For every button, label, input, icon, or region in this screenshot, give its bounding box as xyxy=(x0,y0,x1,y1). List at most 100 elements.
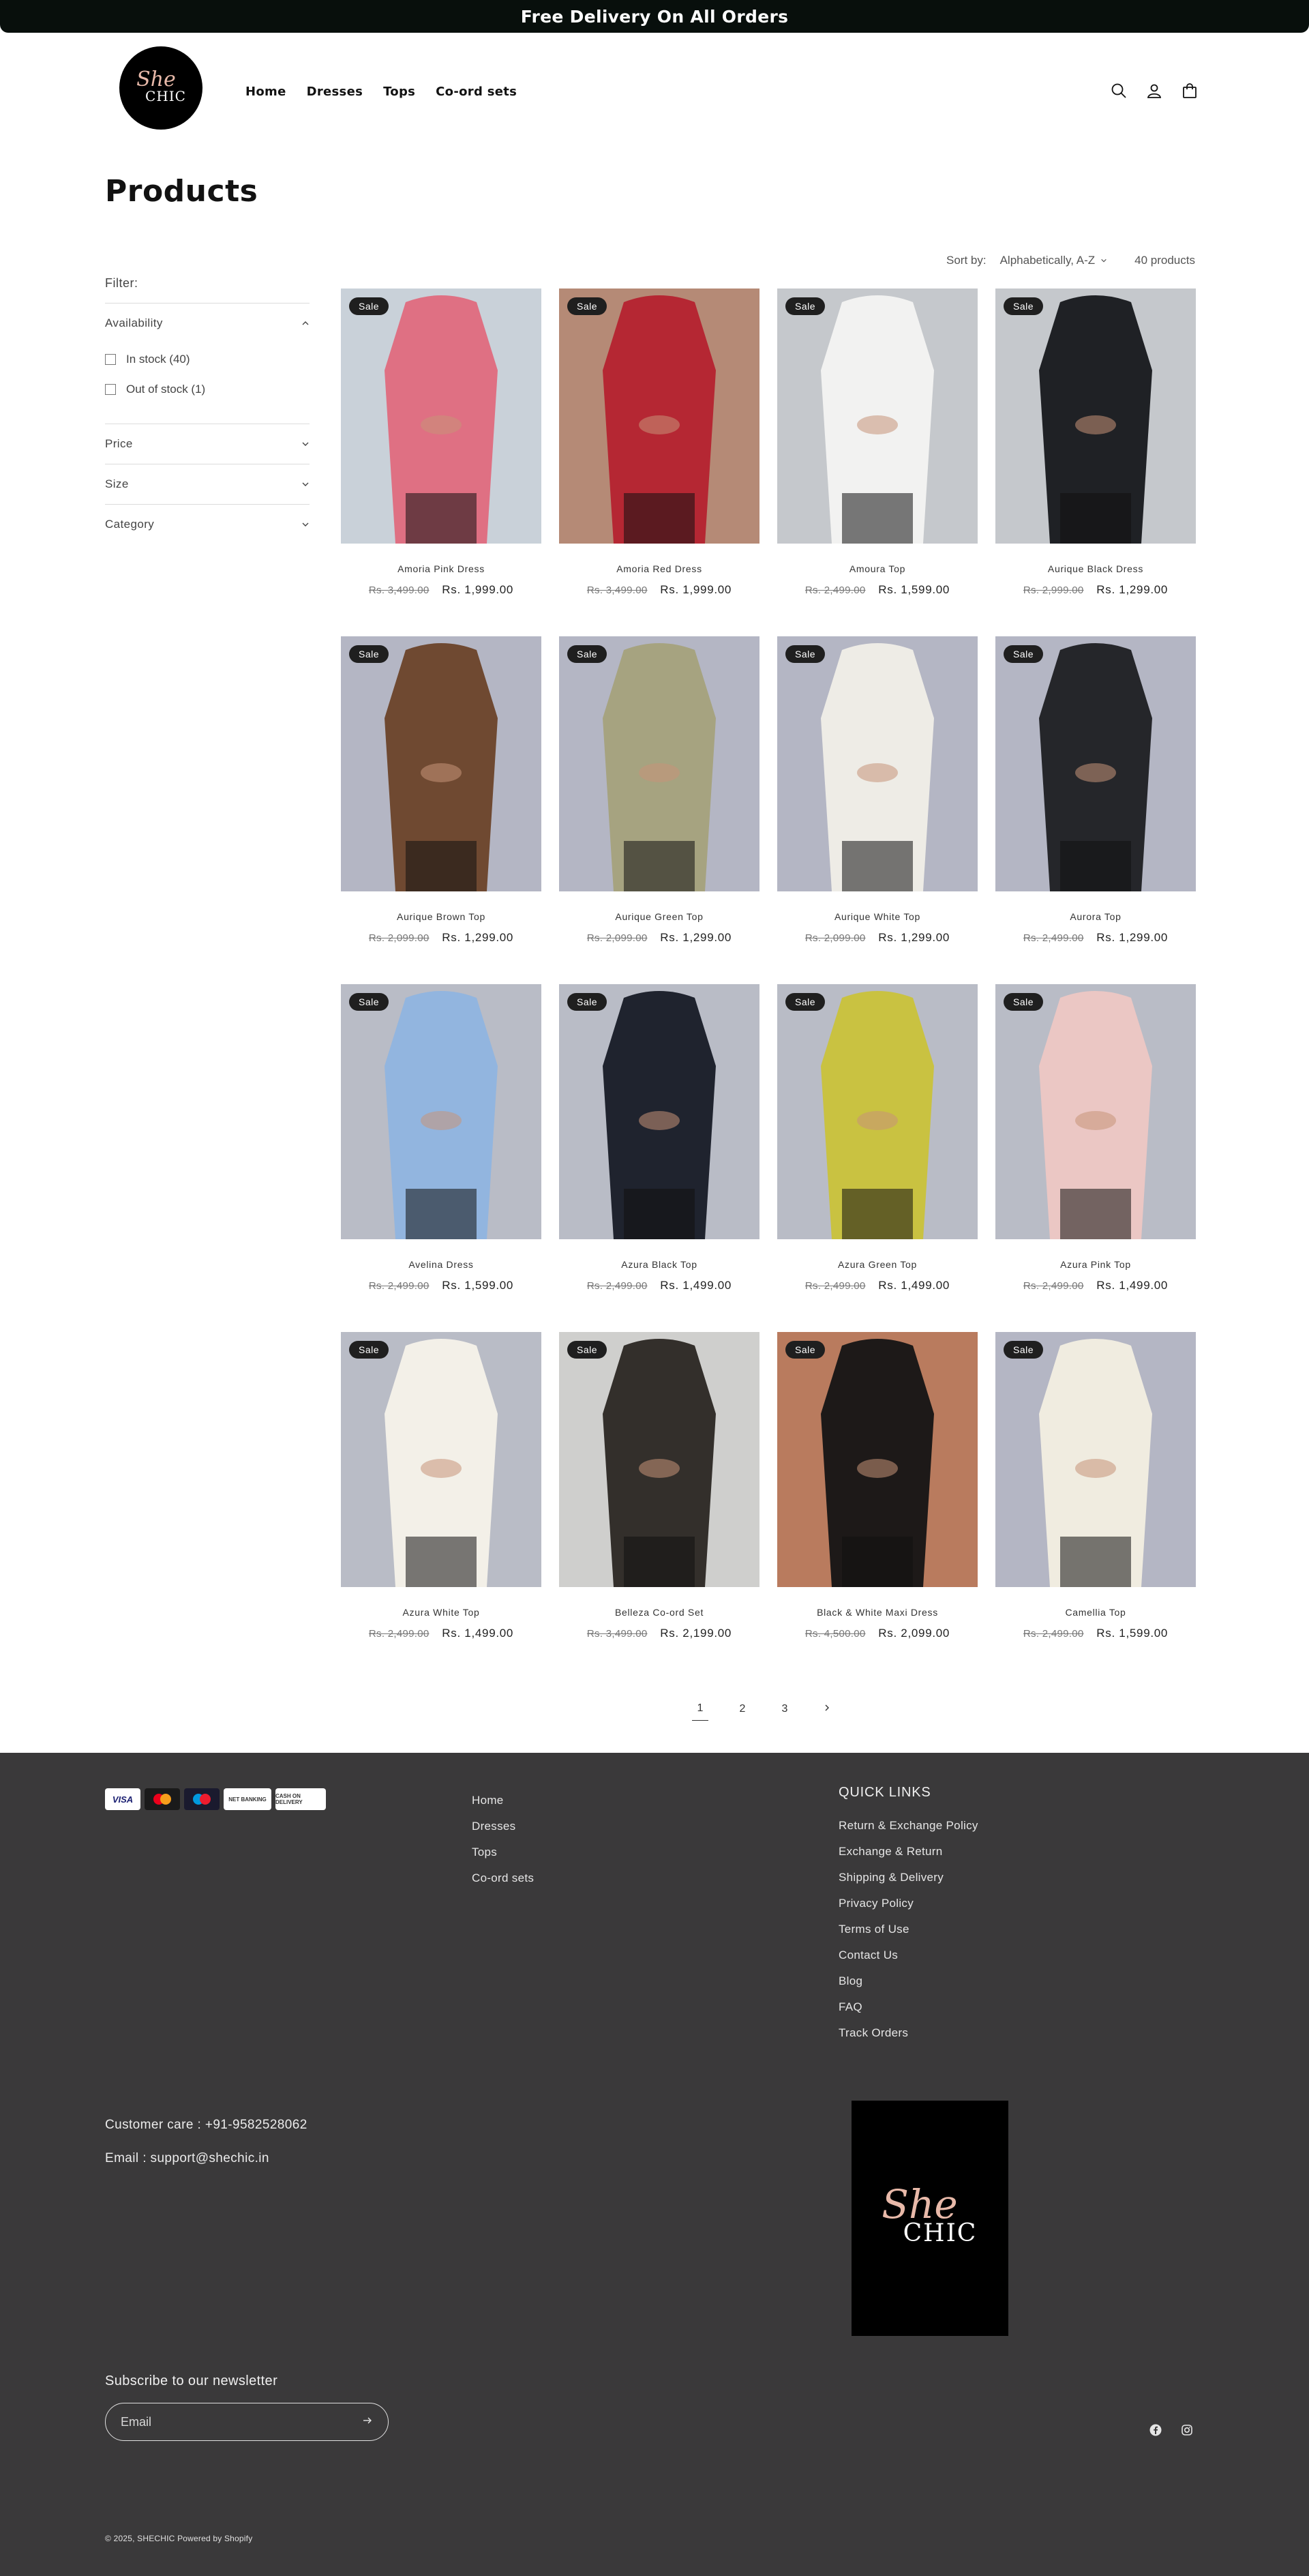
product-image[interactable]: Sale xyxy=(777,288,978,544)
product-image[interactable]: Sale xyxy=(559,1332,759,1587)
product-card[interactable]: Sale Azura Black Top Rs. 2,499.00 Rs. 1,… xyxy=(559,984,759,1292)
product-image[interactable]: Sale xyxy=(777,1332,978,1587)
facet-category-toggle[interactable]: Category xyxy=(105,505,310,544)
nav-tops[interactable]: Tops xyxy=(383,85,415,99)
product-card[interactable]: Sale Aurique Black Dress Rs. 2,999.00 Rs… xyxy=(995,288,1196,596)
product-image[interactable]: Sale xyxy=(995,1332,1196,1587)
nav-dresses[interactable]: Dresses xyxy=(307,85,363,99)
product-image[interactable]: Sale xyxy=(341,984,541,1239)
footer-link-dresses[interactable]: Dresses xyxy=(472,1820,534,1833)
nav-home[interactable]: Home xyxy=(245,85,286,99)
quick-link-exchange-return[interactable]: Exchange & Return xyxy=(839,1845,978,1859)
product-image[interactable]: Sale xyxy=(341,1332,541,1587)
sale-badge: Sale xyxy=(785,297,826,315)
account-icon[interactable] xyxy=(1145,82,1163,100)
product-card[interactable]: Sale Azura White Top Rs. 2,499.00 Rs. 1,… xyxy=(341,1332,541,1640)
next-page-link[interactable] xyxy=(819,1703,835,1721)
page-1-link[interactable]: 1 xyxy=(692,1702,708,1721)
product-prices: Rs. 2,499.00 Rs. 1,499.00 xyxy=(777,1279,978,1292)
footer-link-home[interactable]: Home xyxy=(472,1794,534,1807)
product-photo-placeholder xyxy=(821,1339,934,1587)
product-image[interactable]: Sale xyxy=(341,288,541,544)
quick-link-faq[interactable]: FAQ xyxy=(839,2000,978,2014)
footer-link-tops[interactable]: Tops xyxy=(472,1846,534,1859)
product-card[interactable]: Sale Aurique White Top Rs. 2,099.00 Rs. … xyxy=(777,636,978,944)
product-title[interactable]: Aurique Black Dress xyxy=(995,563,1196,574)
cart-icon[interactable] xyxy=(1181,82,1199,100)
product-title[interactable]: Aurique Brown Top xyxy=(341,911,541,922)
product-image[interactable]: Sale xyxy=(777,636,978,891)
product-title[interactable]: Aurique Green Top xyxy=(559,911,759,922)
product-card[interactable]: Sale Azura Green Top Rs. 2,499.00 Rs. 1,… xyxy=(777,984,978,1292)
product-card[interactable]: Sale Aurora Top Rs. 2,499.00 Rs. 1,299.0… xyxy=(995,636,1196,944)
footer-logo: She CHIC xyxy=(852,2101,1008,2336)
quick-link-return-exchange[interactable]: Return & Exchange Policy xyxy=(839,1819,978,1833)
product-title[interactable]: Azura Black Top xyxy=(559,1259,759,1270)
filter-in-stock[interactable]: In stock (40) xyxy=(105,344,310,374)
quick-link-privacy[interactable]: Privacy Policy xyxy=(839,1897,978,1910)
product-title[interactable]: Azura Pink Top xyxy=(995,1259,1196,1270)
product-title[interactable]: Azura Green Top xyxy=(777,1259,978,1270)
quick-link-terms[interactable]: Terms of Use xyxy=(839,1923,978,1936)
product-image[interactable]: Sale xyxy=(995,636,1196,891)
product-image[interactable]: Sale xyxy=(559,636,759,891)
product-card[interactable]: Sale Camellia Top Rs. 2,499.00 Rs. 1,599… xyxy=(995,1332,1196,1640)
facebook-icon[interactable] xyxy=(1149,2424,1162,2440)
product-card[interactable]: Sale Amoria Red Dress Rs. 3,499.00 Rs. 1… xyxy=(559,288,759,596)
newsletter-email-input[interactable] xyxy=(121,2414,339,2429)
regular-price: Rs. 2,499.00 xyxy=(1023,932,1084,944)
product-image[interactable]: Sale xyxy=(559,984,759,1239)
quick-link-shipping[interactable]: Shipping & Delivery xyxy=(839,1871,978,1884)
instagram-icon[interactable] xyxy=(1181,2424,1193,2440)
facet-price-toggle[interactable]: Price xyxy=(105,424,310,464)
footer-link-coord-sets[interactable]: Co-ord sets xyxy=(472,1871,534,1885)
product-title[interactable]: Avelina Dress xyxy=(341,1259,541,1270)
mastercard-icon xyxy=(145,1788,180,1810)
chevron-down-icon xyxy=(302,522,309,527)
product-title[interactable]: Amoria Pink Dress xyxy=(341,563,541,574)
header-icons xyxy=(1110,82,1199,100)
product-image[interactable]: Sale xyxy=(341,636,541,891)
chevron-up-icon xyxy=(302,321,309,325)
quick-link-blog[interactable]: Blog xyxy=(839,1974,978,1988)
product-card[interactable]: Sale Amoria Pink Dress Rs. 3,499.00 Rs. … xyxy=(341,288,541,596)
newsletter-submit-button[interactable] xyxy=(362,2415,373,2429)
page-3-link[interactable]: 3 xyxy=(777,1703,793,1721)
product-image[interactable]: Sale xyxy=(995,288,1196,544)
product-prices: Rs. 3,499.00 Rs. 1,999.00 xyxy=(559,583,759,597)
product-card[interactable]: Sale Aurique Brown Top Rs. 2,099.00 Rs. … xyxy=(341,636,541,944)
product-card[interactable]: Sale Avelina Dress Rs. 2,499.00 Rs. 1,59… xyxy=(341,984,541,1292)
site-logo[interactable]: She CHIC xyxy=(119,46,202,130)
nav-coord-sets[interactable]: Co-ord sets xyxy=(436,85,517,99)
product-image[interactable]: Sale xyxy=(559,288,759,544)
sort-select[interactable]: Alphabetically, A-Z xyxy=(1000,254,1096,267)
facet-availability-toggle[interactable]: Availability xyxy=(105,304,310,343)
product-image[interactable]: Sale xyxy=(777,984,978,1239)
product-title[interactable]: Belleza Co-ord Set xyxy=(559,1607,759,1618)
facet-size-toggle[interactable]: Size xyxy=(105,464,310,504)
quick-link-contact[interactable]: Contact Us xyxy=(839,1949,978,1962)
product-title[interactable]: Black & White Maxi Dress xyxy=(777,1607,978,1618)
product-card[interactable]: Sale Aurique Green Top Rs. 2,099.00 Rs. … xyxy=(559,636,759,944)
page-2-link[interactable]: 2 xyxy=(734,1703,751,1721)
product-image[interactable]: Sale xyxy=(995,984,1196,1239)
checkbox-out-of-stock[interactable] xyxy=(105,384,116,395)
sale-badge: Sale xyxy=(1004,645,1044,663)
product-title[interactable]: Aurique White Top xyxy=(777,911,978,922)
product-title[interactable]: Aurora Top xyxy=(995,911,1196,922)
sale-badge: Sale xyxy=(785,645,826,663)
product-title[interactable]: Camellia Top xyxy=(995,1607,1196,1618)
product-card[interactable]: Sale Amoura Top Rs. 2,499.00 Rs. 1,599.0… xyxy=(777,288,978,596)
product-prices: Rs. 4,500.00 Rs. 2,099.00 xyxy=(777,1627,978,1640)
search-icon[interactable] xyxy=(1110,82,1128,100)
checkbox-in-stock[interactable] xyxy=(105,354,116,365)
product-card[interactable]: Sale Azura Pink Top Rs. 2,499.00 Rs. 1,4… xyxy=(995,984,1196,1292)
product-card[interactable]: Sale Belleza Co-ord Set Rs. 3,499.00 Rs.… xyxy=(559,1332,759,1640)
product-title[interactable]: Amoura Top xyxy=(777,563,978,574)
product-title[interactable]: Azura White Top xyxy=(341,1607,541,1618)
product-card[interactable]: Sale Black & White Maxi Dress Rs. 4,500.… xyxy=(777,1332,978,1640)
product-prices: Rs. 2,499.00 Rs. 1,499.00 xyxy=(341,1627,541,1640)
product-title[interactable]: Amoria Red Dress xyxy=(559,563,759,574)
quick-link-track-orders[interactable]: Track Orders xyxy=(839,2026,978,2040)
filter-out-of-stock[interactable]: Out of stock (1) xyxy=(105,374,310,404)
